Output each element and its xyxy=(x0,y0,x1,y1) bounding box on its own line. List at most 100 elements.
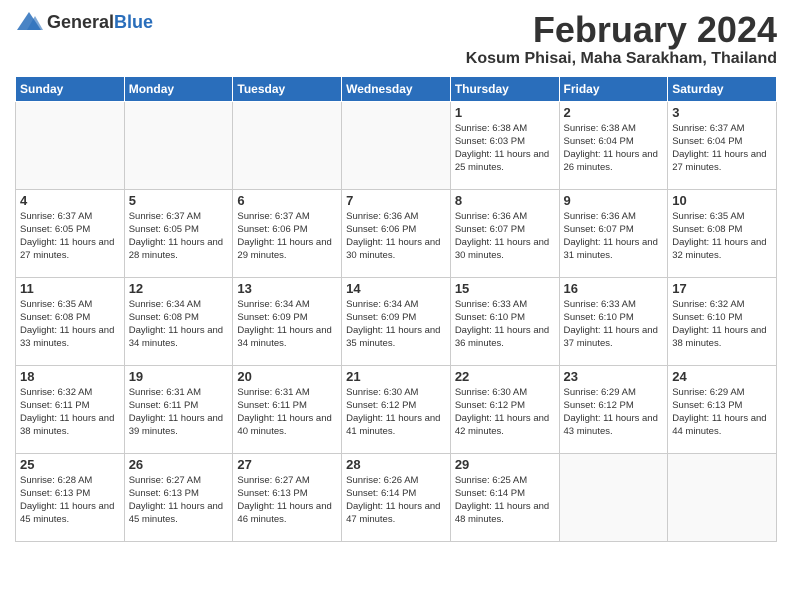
calendar-cell: 28 Sunrise: 6:26 AM Sunset: 6:14 PM Dayli… xyxy=(342,453,451,541)
column-header-thursday: Thursday xyxy=(450,76,559,101)
calendar-cell: 9 Sunrise: 6:36 AM Sunset: 6:07 PM Daylig… xyxy=(559,189,668,277)
calendar-cell: 23 Sunrise: 6:29 AM Sunset: 6:12 PM Dayli… xyxy=(559,365,668,453)
day-number: 24 xyxy=(672,369,772,384)
day-info: Sunrise: 6:35 AM Sunset: 6:08 PM Dayligh… xyxy=(20,298,120,351)
calendar-cell: 20 Sunrise: 6:31 AM Sunset: 6:11 PM Dayli… xyxy=(233,365,342,453)
month-title: February 2024 xyxy=(466,10,777,50)
day-info: Sunrise: 6:30 AM Sunset: 6:12 PM Dayligh… xyxy=(346,386,446,439)
calendar-cell xyxy=(124,101,233,189)
calendar-cell: 3 Sunrise: 6:37 AM Sunset: 6:04 PM Daylig… xyxy=(668,101,777,189)
location-title: Kosum Phisai, Maha Sarakham, Thailand xyxy=(466,50,777,68)
day-info: Sunrise: 6:36 AM Sunset: 6:07 PM Dayligh… xyxy=(455,210,555,263)
day-number: 28 xyxy=(346,457,446,472)
day-info: Sunrise: 6:34 AM Sunset: 6:09 PM Dayligh… xyxy=(237,298,337,351)
day-number: 14 xyxy=(346,281,446,296)
calendar-week-row: 25 Sunrise: 6:28 AM Sunset: 6:13 PM Dayli… xyxy=(16,453,777,541)
day-number: 18 xyxy=(20,369,120,384)
logo-general: General xyxy=(47,12,114,32)
day-number: 20 xyxy=(237,369,337,384)
day-info: Sunrise: 6:31 AM Sunset: 6:11 PM Dayligh… xyxy=(129,386,229,439)
day-info: Sunrise: 6:31 AM Sunset: 6:11 PM Dayligh… xyxy=(237,386,337,439)
day-number: 9 xyxy=(564,193,664,208)
day-number: 8 xyxy=(455,193,555,208)
column-header-sunday: Sunday xyxy=(16,76,125,101)
calendar-cell: 22 Sunrise: 6:30 AM Sunset: 6:12 PM Dayli… xyxy=(450,365,559,453)
calendar-week-row: 1 Sunrise: 6:38 AM Sunset: 6:03 PM Daylig… xyxy=(16,101,777,189)
calendar-cell: 17 Sunrise: 6:32 AM Sunset: 6:10 PM Dayli… xyxy=(668,277,777,365)
day-number: 22 xyxy=(455,369,555,384)
column-header-tuesday: Tuesday xyxy=(233,76,342,101)
day-info: Sunrise: 6:38 AM Sunset: 6:04 PM Dayligh… xyxy=(564,122,664,175)
logo-blue: Blue xyxy=(114,12,153,32)
calendar-cell: 16 Sunrise: 6:33 AM Sunset: 6:10 PM Dayli… xyxy=(559,277,668,365)
calendar-cell: 11 Sunrise: 6:35 AM Sunset: 6:08 PM Dayli… xyxy=(16,277,125,365)
day-number: 6 xyxy=(237,193,337,208)
day-info: Sunrise: 6:35 AM Sunset: 6:08 PM Dayligh… xyxy=(672,210,772,263)
calendar-cell: 7Sunrise: 6:36 AM Sunset: 6:06 PM Daylig… xyxy=(342,189,451,277)
day-number: 2 xyxy=(564,105,664,120)
day-info: Sunrise: 6:30 AM Sunset: 6:12 PM Dayligh… xyxy=(455,386,555,439)
calendar-week-row: 4Sunrise: 6:37 AM Sunset: 6:05 PM Daylig… xyxy=(16,189,777,277)
calendar-cell: 29Sunrise: 6:25 AM Sunset: 6:14 PM Dayli… xyxy=(450,453,559,541)
day-info: Sunrise: 6:33 AM Sunset: 6:10 PM Dayligh… xyxy=(455,298,555,351)
day-number: 1 xyxy=(455,105,555,120)
day-number: 21 xyxy=(346,369,446,384)
day-number: 7 xyxy=(346,193,446,208)
calendar-cell: 6 Sunrise: 6:37 AM Sunset: 6:06 PM Daylig… xyxy=(233,189,342,277)
column-header-wednesday: Wednesday xyxy=(342,76,451,101)
calendar-cell: 14 Sunrise: 6:34 AM Sunset: 6:09 PM Dayli… xyxy=(342,277,451,365)
calendar-cell: 8 Sunrise: 6:36 AM Sunset: 6:07 PM Daylig… xyxy=(450,189,559,277)
column-header-saturday: Saturday xyxy=(668,76,777,101)
day-number: 11 xyxy=(20,281,120,296)
day-info: Sunrise: 6:32 AM Sunset: 6:10 PM Dayligh… xyxy=(672,298,772,351)
calendar-cell: 10 Sunrise: 6:35 AM Sunset: 6:08 PM Dayli… xyxy=(668,189,777,277)
day-info: Sunrise: 6:29 AM Sunset: 6:13 PM Dayligh… xyxy=(672,386,772,439)
calendar-cell xyxy=(233,101,342,189)
calendar-cell: 4Sunrise: 6:37 AM Sunset: 6:05 PM Daylig… xyxy=(16,189,125,277)
day-info: Sunrise: 6:37 AM Sunset: 6:05 PM Dayligh… xyxy=(20,210,120,263)
day-info: Sunrise: 6:33 AM Sunset: 6:10 PM Dayligh… xyxy=(564,298,664,351)
logo-text: GeneralBlue xyxy=(47,12,153,33)
day-number: 25 xyxy=(20,457,120,472)
calendar-cell: 1 Sunrise: 6:38 AM Sunset: 6:03 PM Daylig… xyxy=(450,101,559,189)
day-info: Sunrise: 6:36 AM Sunset: 6:07 PM Dayligh… xyxy=(564,210,664,263)
day-info: Sunrise: 6:27 AM Sunset: 6:13 PM Dayligh… xyxy=(129,474,229,527)
calendar-cell: 13 Sunrise: 6:34 AM Sunset: 6:09 PM Dayli… xyxy=(233,277,342,365)
calendar-cell: 24 Sunrise: 6:29 AM Sunset: 6:13 PM Dayli… xyxy=(668,365,777,453)
calendar-cell: 2 Sunrise: 6:38 AM Sunset: 6:04 PM Daylig… xyxy=(559,101,668,189)
calendar-cell xyxy=(668,453,777,541)
calendar-cell: 26 Sunrise: 6:27 AM Sunset: 6:13 PM Dayli… xyxy=(124,453,233,541)
day-info: Sunrise: 6:37 AM Sunset: 6:04 PM Dayligh… xyxy=(672,122,772,175)
day-number: 12 xyxy=(129,281,229,296)
day-number: 17 xyxy=(672,281,772,296)
day-number: 16 xyxy=(564,281,664,296)
day-number: 3 xyxy=(672,105,772,120)
calendar-cell: 21 Sunrise: 6:30 AM Sunset: 6:12 PM Dayli… xyxy=(342,365,451,453)
day-number: 10 xyxy=(672,193,772,208)
day-number: 27 xyxy=(237,457,337,472)
calendar-cell: 5 Sunrise: 6:37 AM Sunset: 6:05 PM Daylig… xyxy=(124,189,233,277)
calendar-table: SundayMondayTuesdayWednesdayThursdayFrid… xyxy=(15,76,777,542)
calendar-cell: 25 Sunrise: 6:28 AM Sunset: 6:13 PM Dayli… xyxy=(16,453,125,541)
day-number: 29 xyxy=(455,457,555,472)
calendar-cell xyxy=(16,101,125,189)
day-info: Sunrise: 6:37 AM Sunset: 6:06 PM Dayligh… xyxy=(237,210,337,263)
day-info: Sunrise: 6:28 AM Sunset: 6:13 PM Dayligh… xyxy=(20,474,120,527)
day-info: Sunrise: 6:32 AM Sunset: 6:11 PM Dayligh… xyxy=(20,386,120,439)
day-info: Sunrise: 6:26 AM Sunset: 6:14 PM Dayligh… xyxy=(346,474,446,527)
day-number: 13 xyxy=(237,281,337,296)
calendar-header-row: SundayMondayTuesdayWednesdayThursdayFrid… xyxy=(16,76,777,101)
day-info: Sunrise: 6:37 AM Sunset: 6:05 PM Dayligh… xyxy=(129,210,229,263)
day-number: 5 xyxy=(129,193,229,208)
calendar-cell: 12Sunrise: 6:34 AM Sunset: 6:08 PM Dayli… xyxy=(124,277,233,365)
day-info: Sunrise: 6:29 AM Sunset: 6:12 PM Dayligh… xyxy=(564,386,664,439)
calendar-cell: 18 Sunrise: 6:32 AM Sunset: 6:11 PM Dayli… xyxy=(16,365,125,453)
logo: GeneralBlue xyxy=(15,10,153,34)
column-header-monday: Monday xyxy=(124,76,233,101)
day-number: 26 xyxy=(129,457,229,472)
calendar-cell: 15Sunrise: 6:33 AM Sunset: 6:10 PM Dayli… xyxy=(450,277,559,365)
column-header-friday: Friday xyxy=(559,76,668,101)
day-info: Sunrise: 6:34 AM Sunset: 6:09 PM Dayligh… xyxy=(346,298,446,351)
day-info: Sunrise: 6:38 AM Sunset: 6:03 PM Dayligh… xyxy=(455,122,555,175)
day-number: 23 xyxy=(564,369,664,384)
